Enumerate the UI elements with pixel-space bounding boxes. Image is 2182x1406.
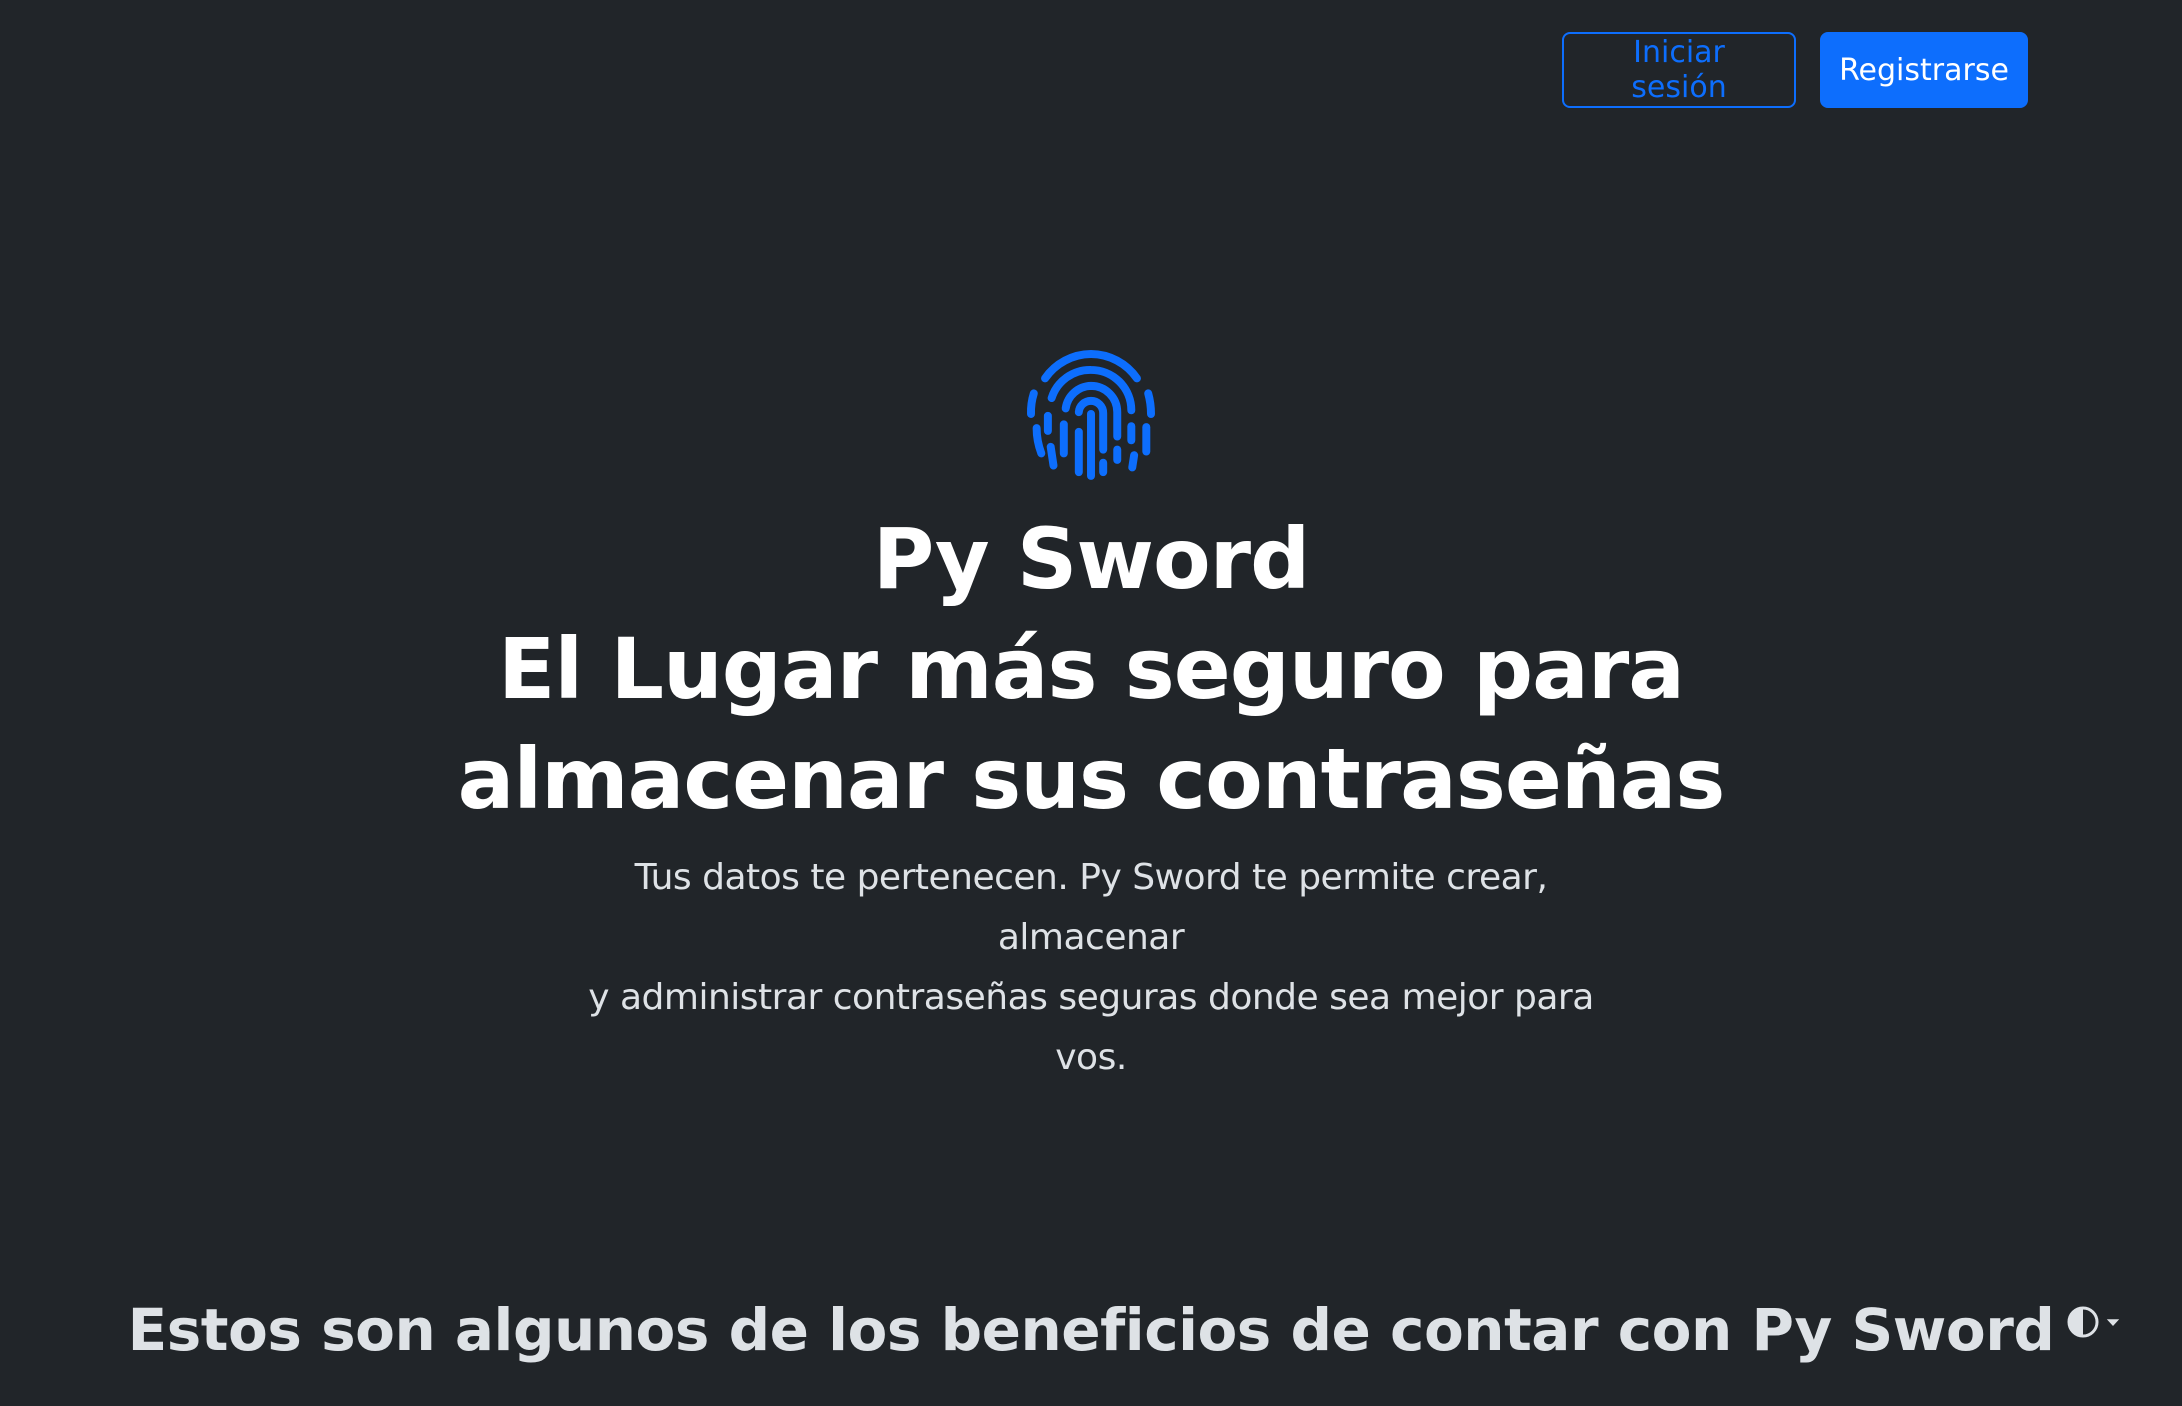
fingerprint-icon xyxy=(1027,350,1155,480)
hero-lead-text: Tus datos te pertenecen. Py Sword te per… xyxy=(551,848,1631,1088)
hero-lead-line: Tus datos te pertenecen. Py Sword te per… xyxy=(634,857,1548,958)
header-actions: Iniciar sesión Registrarse xyxy=(1562,32,2028,108)
register-button[interactable]: Registrarse xyxy=(1820,32,2028,108)
benefits-heading: Estos son algunos de los beneficios de c… xyxy=(127,1296,2055,1364)
hero-section: Py Sword El Lugar más seguro para almace… xyxy=(0,334,2182,1088)
circle-half-icon xyxy=(2067,1306,2099,1338)
hero-title-line: El Lugar más seguro para xyxy=(498,620,1685,718)
theme-toggle-button[interactable] xyxy=(2066,1302,2130,1342)
caret-down-icon xyxy=(2106,1319,2120,1326)
hero-title-line: almacenar sus contraseñas xyxy=(457,730,1726,828)
hero-title: Py Sword El Lugar más seguro para almace… xyxy=(457,504,1726,834)
login-button[interactable]: Iniciar sesión xyxy=(1562,32,1796,108)
landing-page: Iniciar sesión Registrarse Py Sword El L… xyxy=(0,0,2182,1406)
hero-lead-line: y administrar contraseñas seguras donde … xyxy=(588,977,1594,1078)
hero-title-brand: Py Sword xyxy=(872,510,1310,608)
